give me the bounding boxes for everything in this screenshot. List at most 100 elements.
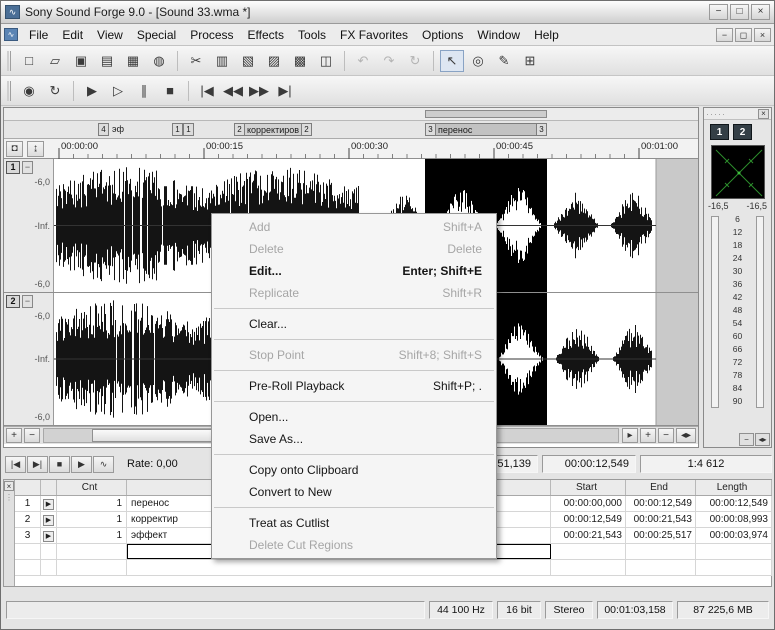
channel-2-button[interactable]: 2 bbox=[6, 295, 20, 308]
menu-help[interactable]: Help bbox=[527, 25, 566, 45]
menu-effects[interactable]: Effects bbox=[241, 25, 291, 45]
meter-channel-button[interactable]: 2 bbox=[733, 124, 752, 140]
play-all-icon[interactable]: ▶ bbox=[80, 80, 104, 102]
menu-tools[interactable]: Tools bbox=[291, 25, 333, 45]
play-region-icon[interactable]: ▶ bbox=[43, 515, 54, 526]
repeat-icon[interactable]: ↻ bbox=[403, 50, 427, 72]
header-length[interactable]: Length bbox=[696, 480, 772, 495]
menu-item-open[interactable]: Open... bbox=[212, 406, 496, 428]
event-tool-icon[interactable]: ⊞ bbox=[518, 50, 542, 72]
zoom-out-icon[interactable]: − bbox=[24, 428, 40, 443]
header-cnt[interactable]: Cnt bbox=[57, 480, 127, 495]
go-to-end-icon[interactable]: ▶| bbox=[273, 80, 297, 102]
magnify-tool-icon[interactable]: ◎ bbox=[466, 50, 490, 72]
meters-close-icon[interactable]: × bbox=[758, 109, 769, 119]
save-icon[interactable]: ▣ bbox=[69, 50, 93, 72]
menu-special[interactable]: Special bbox=[130, 25, 183, 45]
mdi-restore-button[interactable]: ◻ bbox=[735, 28, 752, 42]
toolbar-grip[interactable] bbox=[7, 51, 11, 71]
menu-item-edit[interactable]: Edit...Enter; Shift+E bbox=[212, 260, 496, 282]
meter-channel-button[interactable]: 1 bbox=[710, 124, 729, 140]
toolbar-grip[interactable] bbox=[7, 81, 11, 101]
menu-process[interactable]: Process bbox=[183, 25, 240, 45]
channel-1-button[interactable]: 1 bbox=[6, 161, 20, 174]
menu-item-pre-roll-playback[interactable]: Pre-Roll PlaybackShift+P; . bbox=[212, 375, 496, 397]
menu-item-save-as[interactable]: Save As... bbox=[212, 428, 496, 450]
menu-edit[interactable]: Edit bbox=[55, 25, 90, 45]
time-ruler[interactable]: ◘ ↨ 00:00:00 00:00:15 00:00:30 00:00:45 … bbox=[4, 139, 698, 159]
mix-icon[interactable]: ▩ bbox=[288, 50, 312, 72]
play-region-icon[interactable]: ▶ bbox=[43, 499, 54, 510]
regions-close-icon[interactable]: × bbox=[4, 481, 14, 491]
go-to-start-icon[interactable]: |◀ bbox=[5, 456, 26, 473]
region-marker-3[interactable]: 3 перенос 3 bbox=[425, 123, 547, 136]
play-icon[interactable]: ▷ bbox=[106, 80, 130, 102]
header-start[interactable]: Start bbox=[551, 480, 626, 495]
selection-length-box[interactable]: 00:00:12,549 bbox=[542, 455, 636, 473]
mdi-minimize-button[interactable]: − bbox=[716, 28, 733, 42]
menu-item-treat-as-cutlist[interactable]: Treat as Cutlist bbox=[212, 512, 496, 534]
zoom-in-icon[interactable]: + bbox=[640, 428, 656, 443]
marker-4[interactable]: 4 bbox=[98, 123, 109, 136]
menu-window[interactable]: Window bbox=[470, 25, 527, 45]
regions-grip-icon[interactable]: ⋮ bbox=[5, 495, 13, 500]
new-file-icon[interactable]: □ bbox=[17, 50, 41, 72]
go-to-start-icon[interactable]: |◀ bbox=[195, 80, 219, 102]
loop-playback-icon[interactable]: ↻ bbox=[43, 80, 67, 102]
play-icon[interactable]: ▶ bbox=[71, 456, 92, 473]
header-end[interactable]: End bbox=[626, 480, 696, 495]
meters-panel-header[interactable]: ····· × bbox=[704, 108, 771, 120]
paste-icon[interactable]: ▧ bbox=[236, 50, 260, 72]
menu-item-copy-onto-clipboard[interactable]: Copy onto Clipboard bbox=[212, 459, 496, 481]
open-icon[interactable]: ▱ bbox=[43, 50, 67, 72]
stop-icon[interactable]: ■ bbox=[158, 80, 182, 102]
channel-2-minimize-button[interactable]: − bbox=[22, 295, 33, 308]
meters-resize-icon[interactable]: ◂▸ bbox=[755, 433, 770, 446]
redo-icon[interactable]: ↷ bbox=[377, 50, 401, 72]
go-to-end-icon[interactable]: ▶| bbox=[27, 456, 48, 473]
region-2-start-tab[interactable]: 2 bbox=[235, 124, 245, 135]
overview-bar[interactable] bbox=[4, 108, 698, 121]
play-region-icon[interactable]: ▶ bbox=[43, 531, 54, 542]
overview-selection[interactable] bbox=[425, 110, 547, 118]
region-3-start-tab[interactable]: 3 bbox=[426, 124, 436, 135]
zoom-ratio-box[interactable]: 1:4 612 bbox=[640, 455, 772, 473]
scroll-right-icon[interactable]: ▸ bbox=[622, 428, 638, 443]
menu-item-clear[interactable]: Clear... bbox=[212, 313, 496, 335]
mdi-close-button[interactable]: × bbox=[754, 28, 771, 42]
save-all-icon[interactable]: ▦ bbox=[121, 50, 145, 72]
rewind-icon[interactable]: ◀◀ bbox=[221, 80, 245, 102]
pause-icon[interactable]: ∥ bbox=[132, 80, 156, 102]
region-3-end-tab[interactable]: 3 bbox=[536, 124, 546, 135]
maximize-button[interactable]: □ bbox=[730, 4, 749, 20]
panel-grip-icon[interactable]: ····· bbox=[706, 110, 758, 118]
copy-icon[interactable]: ▥ bbox=[210, 50, 234, 72]
stop-icon[interactable]: ■ bbox=[49, 456, 70, 473]
meters-collapse-icon[interactable]: − bbox=[739, 433, 754, 446]
splitter-icon[interactable]: ◂▸ bbox=[676, 428, 696, 443]
minimize-button[interactable]: − bbox=[709, 4, 728, 20]
menu-fx-favorites[interactable]: FX Favorites bbox=[333, 25, 415, 45]
record-icon[interactable]: ◉ bbox=[17, 80, 41, 102]
save-as-icon[interactable]: ▤ bbox=[95, 50, 119, 72]
pencil-tool-icon[interactable]: ✎ bbox=[492, 50, 516, 72]
menu-file[interactable]: File bbox=[22, 25, 55, 45]
region-2-end-tab[interactable]: 2 bbox=[301, 124, 311, 135]
publish-icon[interactable]: ◍ bbox=[147, 50, 171, 72]
channel-1-minimize-button[interactable]: − bbox=[22, 161, 33, 174]
marker-1-start[interactable]: 1 bbox=[172, 123, 183, 136]
close-button[interactable]: × bbox=[751, 4, 770, 20]
edit-tool-icon[interactable]: ↖ bbox=[440, 50, 464, 72]
paste-to-new-icon[interactable]: ▨ bbox=[262, 50, 286, 72]
region-marker-2[interactable]: 2 корректиров 2 bbox=[234, 123, 312, 136]
zoom-in-icon[interactable]: + bbox=[6, 428, 22, 443]
trim-icon[interactable]: ◫ bbox=[314, 50, 338, 72]
forward-icon[interactable]: ▶▶ bbox=[247, 80, 271, 102]
document-icon[interactable]: ∿ bbox=[4, 28, 18, 41]
menu-item-convert-to-new[interactable]: Convert to New bbox=[212, 481, 496, 503]
marker-1-end[interactable]: 1 bbox=[183, 123, 194, 136]
marker-bar[interactable]: 4 эф 1 1 2 корректиров 2 3 перенос 3 bbox=[4, 121, 698, 139]
zoom-out-icon[interactable]: − bbox=[658, 428, 674, 443]
menu-view[interactable]: View bbox=[90, 25, 130, 45]
menu-options[interactable]: Options bbox=[415, 25, 470, 45]
